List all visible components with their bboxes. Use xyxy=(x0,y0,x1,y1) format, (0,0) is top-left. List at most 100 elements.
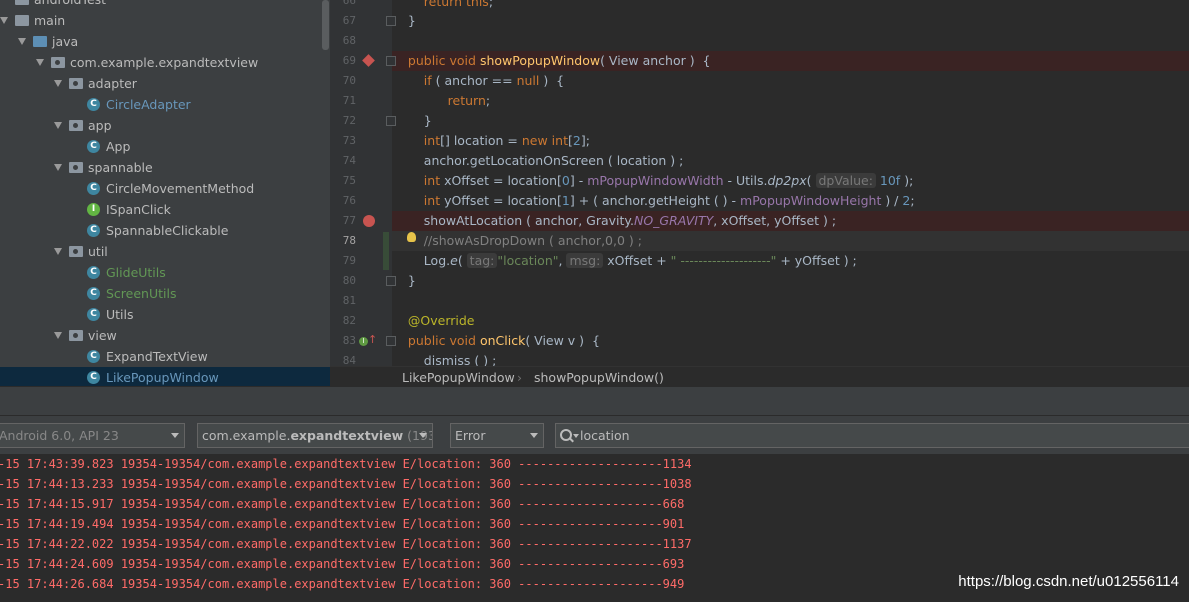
code-line-80: } xyxy=(407,273,416,288)
breadcrumb-method[interactable]: showPopupWindow() xyxy=(534,367,664,388)
tree-item-label: App xyxy=(106,139,131,154)
watermark: https://blog.csdn.net/u012556114 xyxy=(958,573,1179,590)
package-icon xyxy=(69,120,83,131)
logcat-search-input[interactable]: location xyxy=(555,423,1189,448)
tree-item[interactable]: main xyxy=(0,10,330,31)
search-icon[interactable] xyxy=(560,429,572,441)
tree-item[interactable]: androidTest xyxy=(0,0,330,10)
code-line-83: public void onClick( View v ) { xyxy=(407,333,600,348)
expand-arrow-icon[interactable] xyxy=(54,164,62,171)
line-breakpoint-icon[interactable] xyxy=(363,215,375,227)
line-number: 72 xyxy=(342,114,356,127)
chevron-down-icon xyxy=(171,433,179,438)
expand-arrow-icon[interactable] xyxy=(54,248,62,255)
tree-scrollbar[interactable] xyxy=(322,0,329,50)
class-icon: C xyxy=(87,371,100,384)
package-icon xyxy=(69,162,83,173)
chevron-down-icon xyxy=(530,433,538,438)
tree-item[interactable]: C ScreenUtils xyxy=(0,283,330,304)
breadcrumb-class[interactable]: LikePopupWindow xyxy=(402,367,515,388)
override-arrow-icon[interactable]: ↑ xyxy=(368,334,377,345)
line-number: 79 xyxy=(342,254,356,267)
tree-item[interactable]: spannable xyxy=(0,157,330,178)
tree-item[interactable]: app xyxy=(0,115,330,136)
package-icon xyxy=(69,246,83,257)
expand-arrow-icon[interactable] xyxy=(54,332,62,339)
tree-item[interactable]: util xyxy=(0,241,330,262)
code-line-72: } xyxy=(423,113,432,128)
tree-item-label: app xyxy=(88,118,112,133)
code-line-70: if ( anchor == null ) { xyxy=(423,73,565,88)
chevron-down-icon xyxy=(419,433,427,438)
code-line-71: return; xyxy=(447,93,491,108)
fold-marker-icon[interactable] xyxy=(386,116,396,126)
tree-item[interactable]: C LikePopupWindow xyxy=(0,367,330,386)
class-icon: C xyxy=(87,140,100,153)
search-history-dropdown-icon[interactable] xyxy=(573,434,579,438)
lightbulb-icon[interactable] xyxy=(407,232,416,242)
tree-item[interactable]: I ISpanClick xyxy=(0,199,330,220)
code-line-74: anchor.getLocationOnScreen ( location ) … xyxy=(423,153,684,168)
fold-marker-icon[interactable] xyxy=(386,336,396,346)
class-icon: C xyxy=(87,287,100,300)
class-icon: C xyxy=(87,182,100,195)
code-editor[interactable]: return this; } public void showPopupWind… xyxy=(392,0,1189,366)
log-line: -15 17:43:39.823 19354-19354/com.example… xyxy=(0,457,692,471)
tree-item[interactable]: java xyxy=(0,31,330,52)
fold-marker-icon[interactable] xyxy=(386,56,396,66)
code-line-84: dismiss ( ) ; xyxy=(423,353,497,366)
code-line-76: int yOffset = location[1] + ( anchor.get… xyxy=(423,193,915,208)
line-number: 67 xyxy=(342,14,356,27)
tree-item[interactable]: adapter xyxy=(0,73,330,94)
tree-item-label: ExpandTextView xyxy=(106,349,208,364)
tree-item-label: com.example.expandtextview xyxy=(70,55,259,70)
fold-marker-icon[interactable] xyxy=(386,16,396,26)
tree-item[interactable]: C GlideUtils xyxy=(0,262,330,283)
code-line-67: } xyxy=(407,13,416,28)
line-number: 66 xyxy=(342,0,356,7)
process-selector[interactable]: com.example.expandtextview (193 xyxy=(197,423,433,448)
tree-item[interactable]: view xyxy=(0,325,330,346)
code-line-82: @Override xyxy=(407,313,475,328)
line-number: 84 xyxy=(342,354,356,366)
line-number: 83 xyxy=(342,334,356,347)
project-tree: androidTest main java com.example.expandtex… xyxy=(0,0,330,386)
tree-item[interactable]: C App xyxy=(0,136,330,157)
fold-gutter xyxy=(382,0,392,366)
log-line: -15 17:44:26.684 19354-19354/com.example… xyxy=(0,577,685,591)
package-icon xyxy=(69,330,83,341)
tree-item[interactable]: C SpannableClickable xyxy=(0,220,330,241)
tree-item-label: SpannableClickable xyxy=(106,223,229,238)
tree-item-label: java xyxy=(52,34,79,49)
log-level-selector[interactable]: Error xyxy=(450,423,544,448)
line-number: 78 xyxy=(342,234,356,247)
vcs-change-marker xyxy=(383,232,389,270)
tree-item-label: GlideUtils xyxy=(106,265,166,280)
tree-item[interactable]: C CircleAdapter xyxy=(0,94,330,115)
device-selector[interactable]: Android 6.0, API 23 xyxy=(0,423,185,448)
tree-item-label: Utils xyxy=(106,307,134,322)
log-line: -15 17:44:15.917 19354-19354/com.example… xyxy=(0,497,685,511)
tree-item-label: LikePopupWindow xyxy=(106,370,219,385)
tree-item[interactable]: C Utils xyxy=(0,304,330,325)
line-number: 68 xyxy=(342,34,356,47)
expand-arrow-icon[interactable] xyxy=(54,80,62,87)
expand-arrow-icon[interactable] xyxy=(54,122,62,129)
interface-icon: I xyxy=(87,203,100,216)
code-line-69: public void showPopupWindow( View anchor… xyxy=(392,51,1189,71)
expand-arrow-icon[interactable] xyxy=(36,59,44,66)
tree-item-label: ISpanClick xyxy=(106,202,171,217)
implements-icon[interactable]: I xyxy=(359,337,368,346)
tree-item[interactable]: com.example.expandtextview xyxy=(0,52,330,73)
code-line-77: showAtLocation ( anchor, Gravity.NO_GRAV… xyxy=(392,211,1189,231)
class-icon: C xyxy=(87,350,100,363)
folder-icon xyxy=(15,0,29,5)
logcat-toolbar: Android 6.0, API 23 com.example.expandte… xyxy=(0,416,1189,454)
expand-arrow-icon[interactable] xyxy=(18,38,26,45)
package-icon xyxy=(51,57,65,68)
line-number: 74 xyxy=(342,154,356,167)
expand-arrow-icon[interactable] xyxy=(0,17,8,24)
tree-item[interactable]: C ExpandTextView xyxy=(0,346,330,367)
tree-item[interactable]: C CircleMovementMethod xyxy=(0,178,330,199)
fold-marker-icon[interactable] xyxy=(386,276,396,286)
